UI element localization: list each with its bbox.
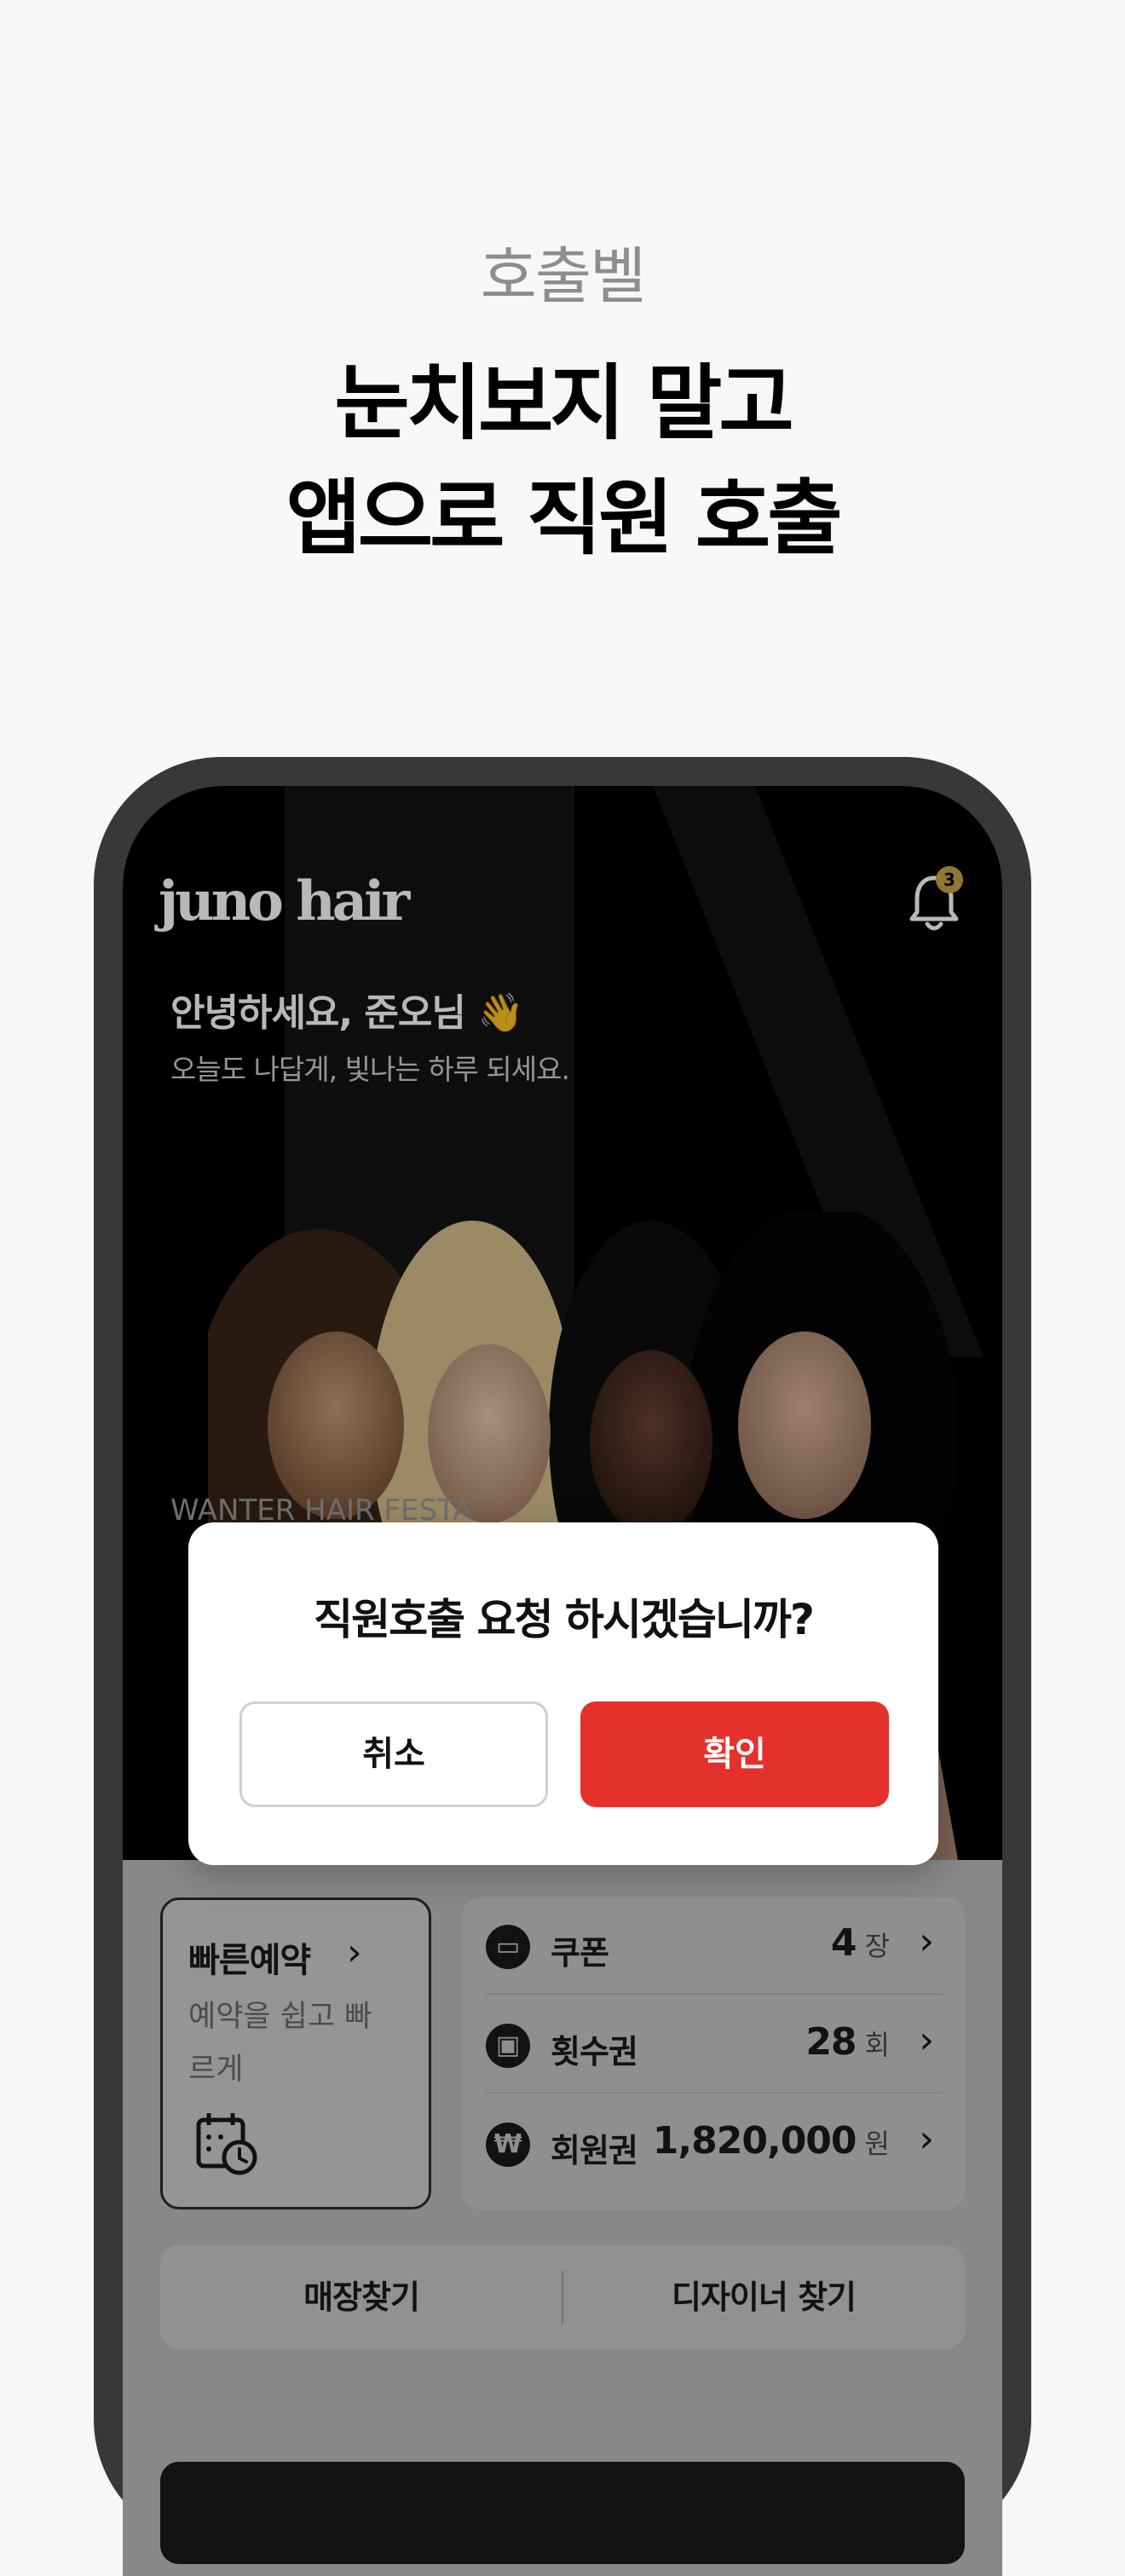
promo-headline-line2: 앱으로 직원 호출 [286,471,842,566]
dialog-title: 직원호출 요청 하시겠습니까? [314,1595,815,1644]
promo-eyebrow: 호출벨 [480,240,647,312]
cancel-button[interactable]: 취소 [239,1701,548,1807]
confirm-dialog: 직원호출 요청 하시겠습니까? 취소 확인 [188,1522,938,1865]
promo-headline-line1: 눈치보지 말고 [334,355,793,451]
confirm-button[interactable]: 확인 [580,1701,889,1807]
